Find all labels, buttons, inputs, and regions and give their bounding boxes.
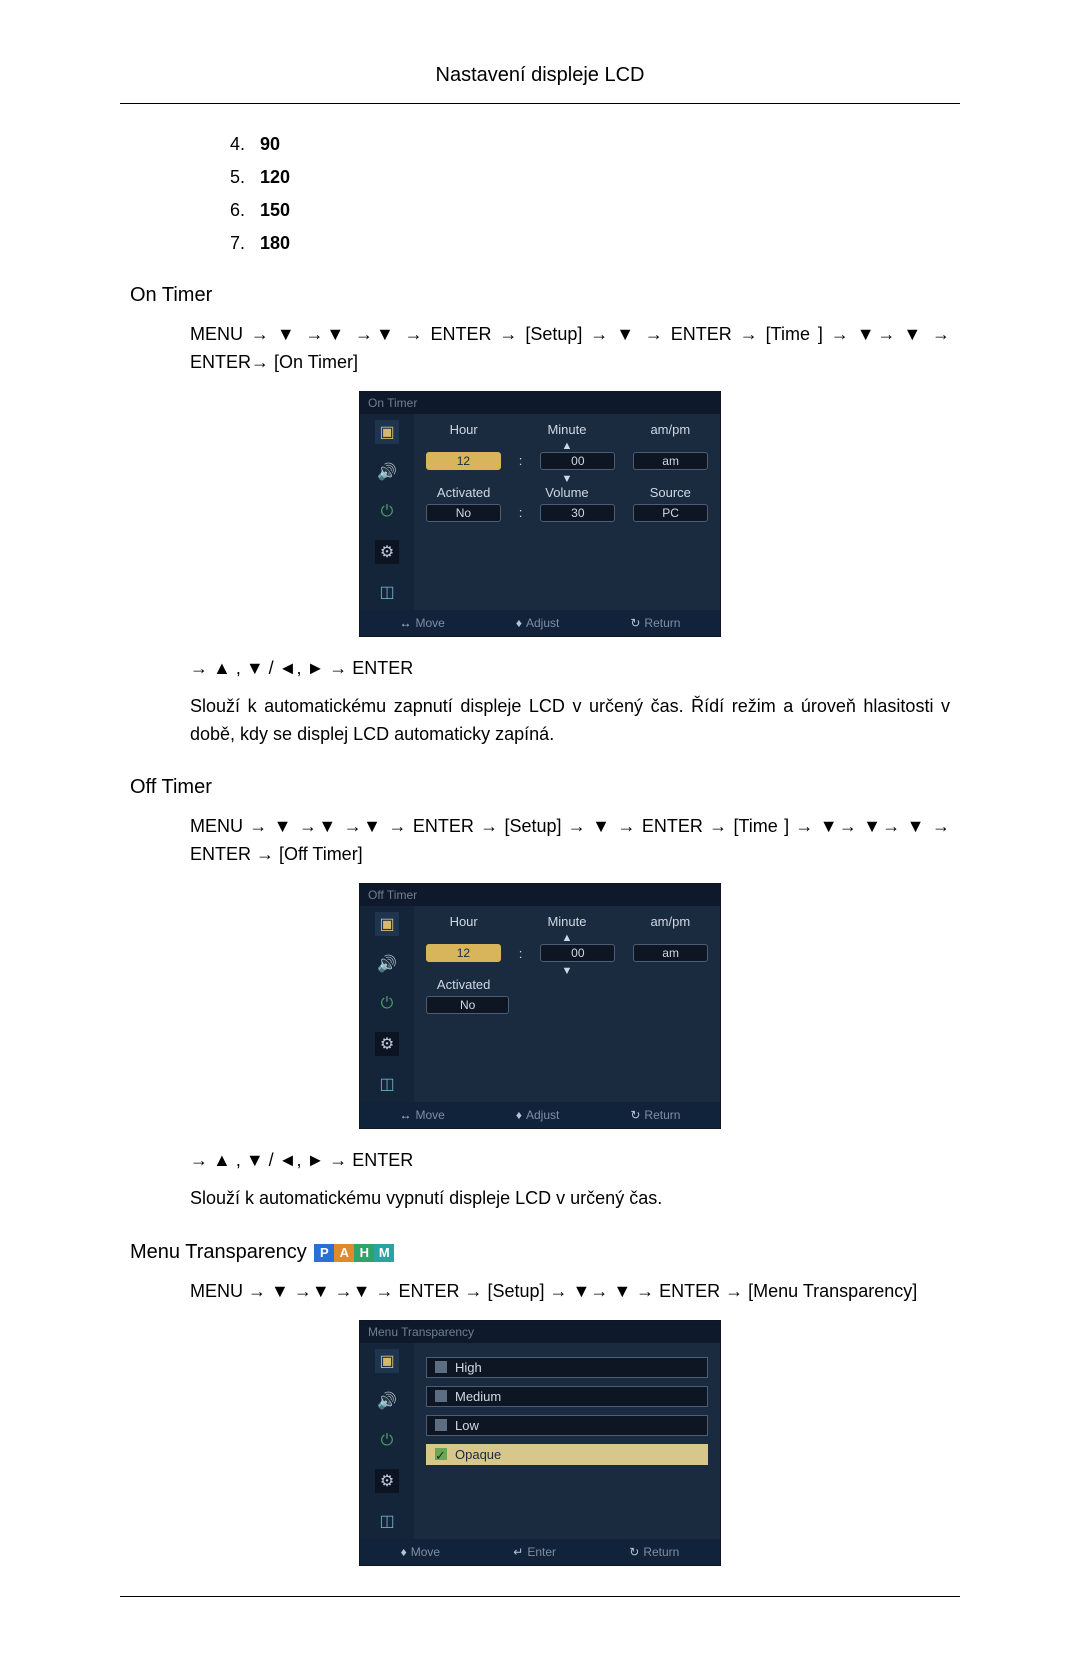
trans-option-opaque[interactable]: ✓Opaque (426, 1444, 708, 1465)
osd-sidebar: ▣ 🔊 ⏻ ⚙ ◫ (360, 906, 414, 1102)
nav-path-trans: MENU → ▼ →▼ →▼ → ENTER → [Setup] → ▼→ ▼ … (190, 1278, 950, 1306)
minute-field[interactable]: 00 (540, 944, 615, 962)
labels-row-1: Hour Minute am/pm (426, 422, 708, 437)
sound-icon: 🔊 (375, 952, 399, 976)
badge-h: H (354, 1244, 374, 1262)
adjust-icon: ♦ (516, 1108, 522, 1122)
sound-icon: 🔊 (375, 460, 399, 484)
activated-field[interactable]: No (426, 504, 501, 522)
numeric-list: 4.90 5.120 6.150 7.180 (230, 134, 950, 254)
osd-footer: ♦Move ↵Enter ↻Return (360, 1539, 720, 1565)
gear-icon: ⚙ (375, 1032, 399, 1056)
mode-badges: P A H M (314, 1244, 394, 1262)
osd-on-timer: On Timer ▣ 🔊 ⏻ ⚙ ◫ Hour Minute am/pm ▲ (359, 391, 721, 637)
up-arrow-icon: ▲ (426, 441, 708, 452)
multi-icon: ◫ (375, 1072, 399, 1096)
source-field[interactable]: PC (633, 504, 708, 522)
hour-field[interactable]: 12 (426, 452, 501, 470)
nav-path-on: MENU → ▼ →▼ →▼ → ENTER → [Setup] → ▼ → E… (190, 321, 950, 377)
list-item: 6.150 (230, 200, 950, 221)
desc-on: Slouží k automatickému zapnutí displeje … (190, 693, 950, 749)
picture-icon: ▣ (375, 912, 399, 936)
checkbox-icon (435, 1390, 447, 1402)
adjust-icon: ♦ (516, 616, 522, 630)
ampm-field[interactable]: am (633, 452, 708, 470)
move-icon: ↔ (400, 1108, 412, 1122)
return-icon: ↻ (630, 616, 640, 630)
minute-field[interactable]: 00 (540, 452, 615, 470)
nav-after-on: → ▲ , ▼ / ◄, ► → ENTER (190, 655, 950, 683)
return-icon: ↻ (629, 1545, 639, 1559)
badge-p: P (314, 1244, 334, 1262)
list-item: 7.180 (230, 233, 950, 254)
osd-off-timer: Off Timer ▣ 🔊 ⏻ ⚙ ◫ Hour Minute am/pm ▲ (359, 883, 721, 1129)
sound-icon: 🔊 (375, 1389, 399, 1413)
osd-title: Menu Transparency (360, 1321, 720, 1343)
list-item: 5.120 (230, 167, 950, 188)
osd-title: Off Timer (360, 884, 720, 906)
ampm-field[interactable]: am (633, 944, 708, 962)
power-icon: ⏻ (375, 1429, 399, 1453)
divider (120, 103, 960, 104)
labels-row-1: Hour Minute am/pm (426, 914, 708, 929)
return-icon: ↻ (630, 1108, 640, 1122)
gear-icon: ⚙ (375, 540, 399, 564)
nav-path-off: MENU → ▼ →▼ →▼ → ENTER → [Setup] → ▼ → E… (190, 813, 950, 869)
checkbox-icon (435, 1361, 447, 1373)
osd-sidebar: ▣ 🔊 ⏻ ⚙ ◫ (360, 414, 414, 610)
desc-off: Slouží k automatickému vypnutí displeje … (190, 1185, 950, 1213)
section-heading-menu-transparency: Menu Transparency P A H M (130, 1241, 950, 1264)
volume-field[interactable]: 30 (540, 504, 615, 522)
checkbox-icon (435, 1419, 447, 1431)
down-arrow-icon: ▼ (426, 474, 708, 485)
check-icon: ✓ (435, 1448, 447, 1460)
power-icon: ⏻ (375, 500, 399, 524)
labels-row-2: Activated Volume Source (426, 485, 708, 500)
multi-icon: ◫ (375, 1509, 399, 1533)
down-arrow-icon: ▼ (426, 966, 708, 977)
trans-option-low[interactable]: Low (426, 1415, 708, 1436)
list-item: 4.90 (230, 134, 950, 155)
gear-icon: ⚙ (375, 1469, 399, 1493)
badge-m: M (374, 1244, 394, 1262)
labels-row-2: Activated (426, 977, 708, 992)
move-icon: ↔ (400, 616, 412, 630)
divider (120, 1596, 960, 1597)
up-arrow-icon: ▲ (426, 933, 708, 944)
power-icon: ⏻ (375, 992, 399, 1016)
osd-footer: ↔Move ♦Adjust ↻Return (360, 1102, 720, 1128)
hour-field[interactable]: 12 (426, 944, 501, 962)
section-heading-on-timer: On Timer (130, 284, 950, 307)
osd-footer: ↔Move ♦Adjust ↻Return (360, 610, 720, 636)
picture-icon: ▣ (375, 1349, 399, 1373)
osd-menu-transparency: Menu Transparency ▣ 🔊 ⏻ ⚙ ◫ High Medium … (359, 1320, 721, 1566)
move-icon: ♦ (401, 1545, 407, 1559)
section-heading-off-timer: Off Timer (130, 776, 950, 799)
activated-field[interactable]: No (426, 996, 509, 1014)
trans-option-high[interactable]: High (426, 1357, 708, 1378)
multi-icon: ◫ (375, 580, 399, 604)
nav-after-off: → ▲ , ▼ / ◄, ► → ENTER (190, 1147, 950, 1175)
page-title: Nastavení displeje LCD (0, 64, 1080, 87)
picture-icon: ▣ (375, 420, 399, 444)
trans-option-medium[interactable]: Medium (426, 1386, 708, 1407)
enter-icon: ↵ (513, 1545, 523, 1559)
osd-sidebar: ▣ 🔊 ⏻ ⚙ ◫ (360, 1343, 414, 1539)
osd-title: On Timer (360, 392, 720, 414)
badge-a: A (334, 1244, 354, 1262)
